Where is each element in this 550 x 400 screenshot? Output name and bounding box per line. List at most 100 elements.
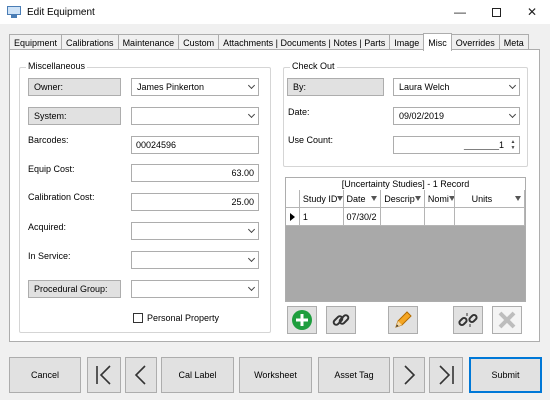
last-record-button[interactable]	[429, 357, 463, 393]
delete-icon	[498, 311, 516, 329]
worksheet-button[interactable]: Worksheet	[239, 357, 312, 393]
first-record-icon	[96, 365, 111, 385]
spin-buttons[interactable]: ▲ ▼	[507, 137, 519, 153]
tab-attachments[interactable]: Attachments | Documents | Notes | Parts	[218, 34, 391, 50]
tab-page-misc: Miscellaneous Owner: James Pinkerton Sys…	[9, 49, 540, 342]
checkbox-box[interactable]	[133, 313, 143, 323]
column-label: Nomi	[427, 193, 449, 204]
column-header-date[interactable]: Date	[343, 190, 382, 208]
checkout-date-picker[interactable]: 09/02/2019	[393, 107, 520, 125]
previous-record-button[interactable]	[125, 357, 157, 393]
column-header-descrip[interactable]: Descrip	[381, 190, 425, 208]
barcodes-field[interactable]: 00024596	[131, 136, 259, 154]
row-header-corner	[286, 190, 300, 208]
table-cell[interactable]	[454, 208, 526, 226]
title-bar: Edit Equipment — ✕	[0, 0, 550, 24]
system-select[interactable]	[131, 107, 259, 125]
owner-label: Owner:	[34, 82, 64, 92]
row-selector[interactable]	[286, 208, 300, 226]
miscellaneous-group-title: Miscellaneous	[26, 61, 88, 71]
current-row-icon	[289, 212, 295, 221]
monitor-icon	[7, 6, 21, 18]
cancel-button[interactable]: Cancel	[9, 357, 81, 393]
tab-equipment[interactable]: Equipment	[9, 34, 63, 50]
column-header-nomi[interactable]: Nomi	[424, 190, 455, 208]
table-cell[interactable]	[424, 208, 455, 226]
unlink-button[interactable]	[453, 306, 483, 334]
owner-select[interactable]: James Pinkerton	[131, 78, 259, 96]
tab-calibrations[interactable]: Calibrations	[61, 34, 119, 50]
submit-button[interactable]: Submit	[469, 357, 542, 393]
asset-tag-button[interactable]: Asset Tag	[318, 357, 390, 393]
tab-misc[interactable]: Misc	[423, 33, 452, 51]
table-cell[interactable]: 1	[299, 208, 344, 226]
personal-property-checkbox[interactable]: Personal Property	[133, 313, 219, 323]
chevron-down-icon[interactable]	[505, 108, 519, 124]
owner-label-button[interactable]: Owner:	[28, 78, 121, 96]
equip-cost-label: Equip Cost:	[28, 164, 75, 174]
grid-header-row: Study ID Date Descrip Nomi Units	[286, 190, 526, 208]
spin-down-icon[interactable]: ▼	[511, 145, 516, 151]
by-label-button[interactable]: By:	[287, 78, 384, 96]
procedural-group-select[interactable]	[131, 280, 259, 298]
table-cell[interactable]: 07/30/2	[343, 208, 382, 226]
equip-cost-field[interactable]: 63.00	[131, 164, 259, 182]
close-icon: ✕	[526, 5, 538, 19]
filter-icon[interactable]	[414, 196, 421, 201]
close-button[interactable]: ✕	[514, 0, 550, 24]
chevron-down-icon[interactable]	[244, 79, 258, 95]
add-button[interactable]	[287, 306, 317, 334]
procedural-group-label: Procedural Group:	[34, 284, 108, 294]
use-count-label: Use Count:	[288, 135, 334, 145]
delete-button[interactable]	[492, 306, 522, 334]
maximize-icon	[491, 7, 501, 17]
system-label-button[interactable]: System:	[28, 107, 121, 125]
cal-label-button[interactable]: Cal Label	[161, 357, 234, 393]
tab-maintenance[interactable]: Maintenance	[117, 34, 180, 50]
checkout-date-label: Date:	[288, 107, 310, 117]
tab-custom[interactable]: Custom	[178, 34, 220, 50]
next-record-icon	[404, 365, 416, 385]
acquired-label: Acquired:	[28, 222, 67, 232]
maximize-button[interactable]	[478, 0, 514, 24]
barcodes-label: Barcodes:	[28, 135, 69, 145]
acquired-date-picker[interactable]	[131, 222, 259, 240]
table-row[interactable]: 1 07/30/2	[286, 208, 526, 226]
tab-image[interactable]: Image	[389, 34, 425, 50]
next-record-button[interactable]	[393, 357, 425, 393]
minimize-button[interactable]: —	[442, 0, 478, 24]
chevron-down-icon[interactable]	[244, 252, 258, 268]
checkout-by-select[interactable]: Laura Welch	[393, 78, 520, 96]
chevron-down-icon[interactable]	[244, 223, 258, 239]
last-record-icon	[439, 365, 454, 385]
edit-button[interactable]	[388, 306, 418, 334]
by-label: By:	[293, 82, 307, 92]
tab-overrides[interactable]: Overrides	[450, 34, 500, 50]
edit-pencil-icon	[395, 311, 412, 328]
column-label: Date	[346, 193, 366, 204]
tab-meta[interactable]: Meta	[498, 34, 529, 50]
filter-icon[interactable]	[371, 196, 378, 201]
link-icon	[332, 314, 350, 326]
chevron-down-icon[interactable]	[244, 108, 258, 124]
column-label: Units	[471, 193, 493, 204]
system-label: System:	[34, 111, 67, 121]
uncertainty-studies-grid[interactable]: [Uncertainty Studies] - 1 Record Study I…	[285, 177, 526, 302]
procedural-group-label-button[interactable]: Procedural Group:	[28, 280, 121, 298]
in-service-date-picker[interactable]	[131, 251, 259, 269]
chevron-down-icon[interactable]	[505, 79, 519, 95]
chevron-down-icon[interactable]	[244, 281, 258, 297]
column-header-units[interactable]: Units	[454, 190, 526, 208]
calibration-cost-field[interactable]: 25.00	[131, 193, 259, 211]
table-cell[interactable]	[381, 208, 425, 226]
window-title: Edit Equipment	[27, 6, 95, 18]
use-count-stepper[interactable]: _______1 ▲ ▼	[393, 136, 520, 154]
first-record-button[interactable]	[87, 357, 121, 393]
in-service-label: In Service:	[28, 251, 71, 261]
column-header-study-id[interactable]: Study ID	[299, 190, 344, 208]
checkout-date-value: 09/02/2019	[399, 111, 445, 121]
link-button[interactable]	[326, 306, 356, 334]
filter-icon[interactable]	[337, 196, 343, 201]
checkout-by-value: Laura Welch	[399, 82, 450, 92]
filter-icon[interactable]	[515, 196, 522, 201]
